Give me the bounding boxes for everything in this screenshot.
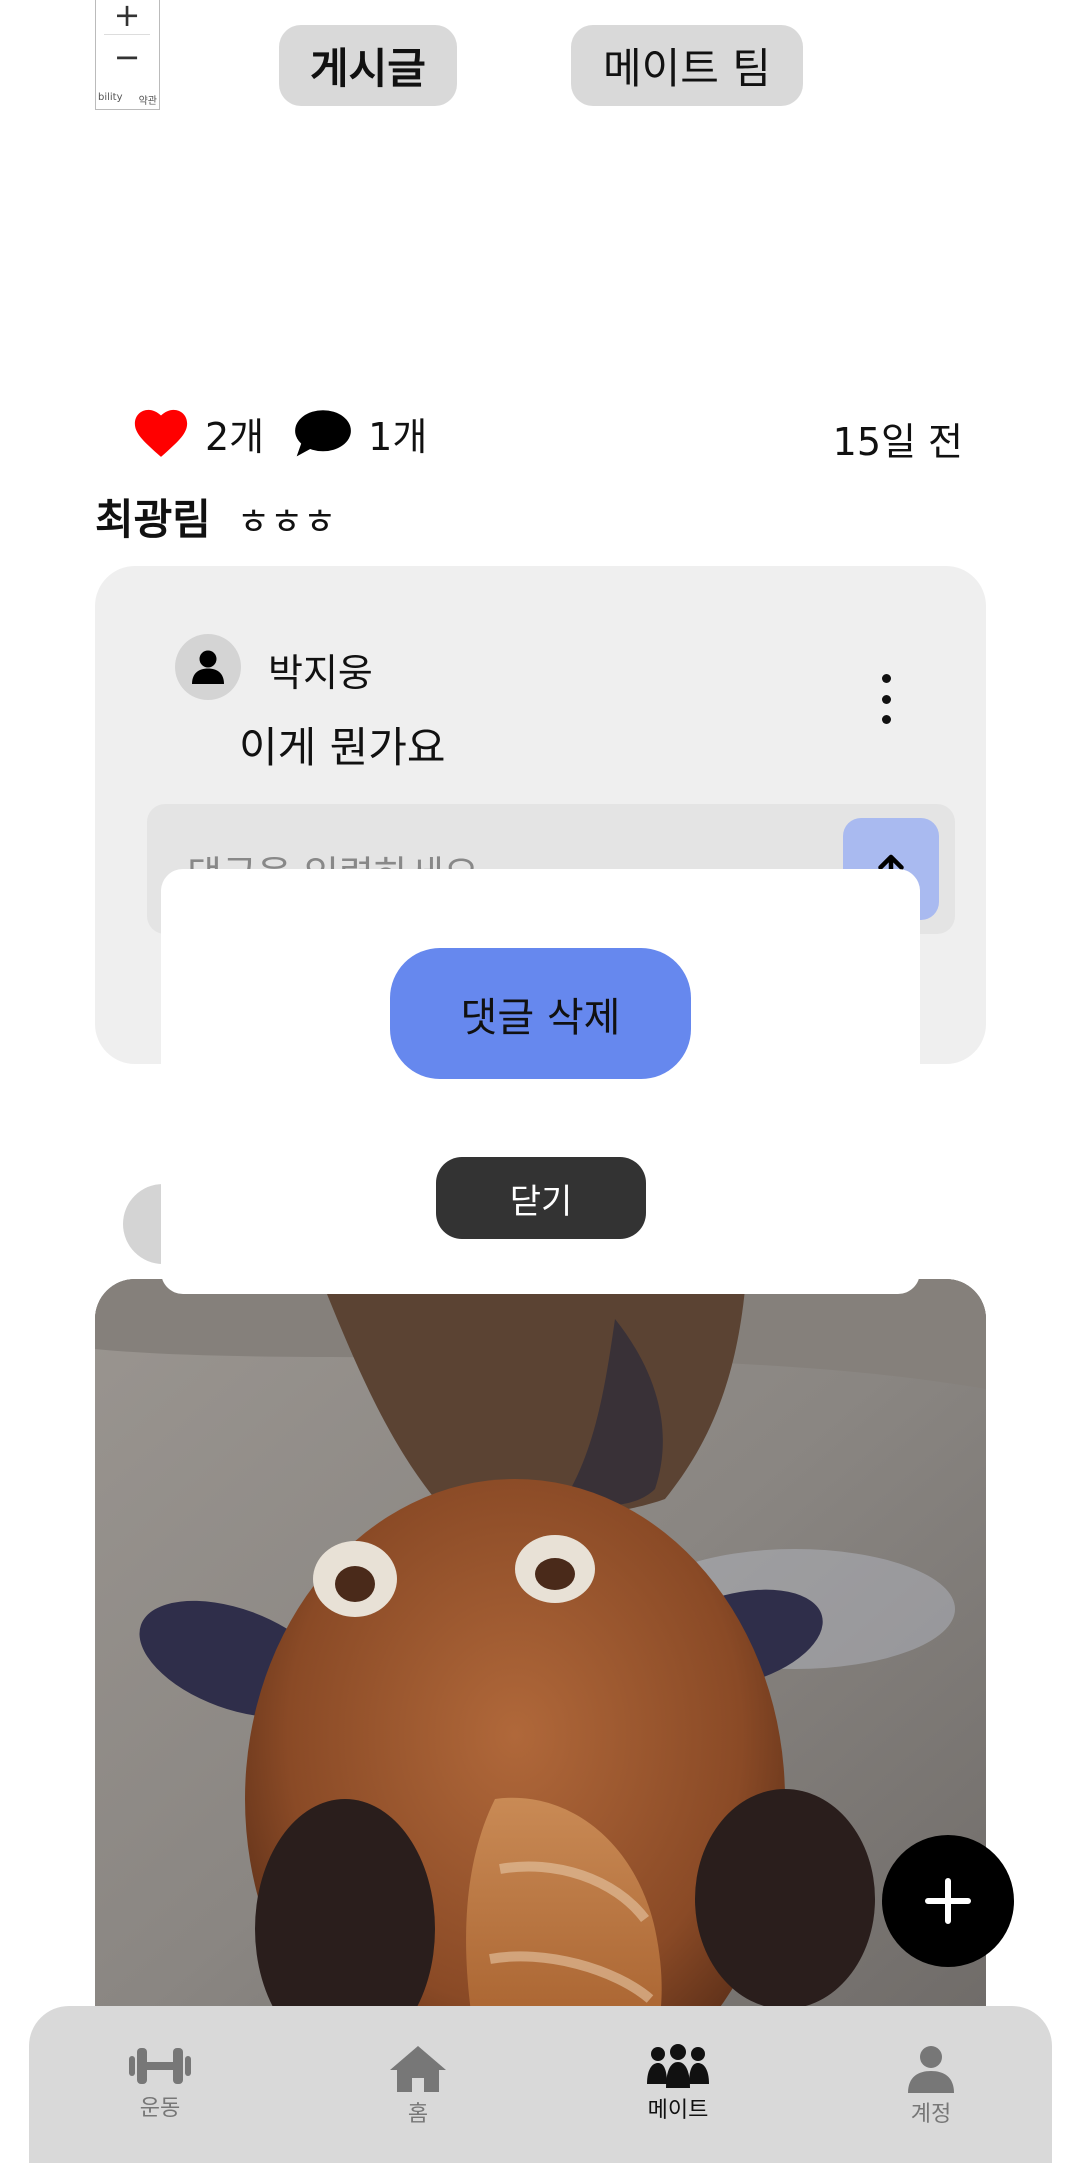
post-meta: 2개 1개 15일 전: [133, 405, 963, 464]
map-attribution: bility 약관: [96, 92, 159, 107]
heart-icon[interactable]: [133, 408, 189, 458]
post-author: 최광림: [95, 495, 211, 544]
nav-item-home[interactable]: 홈: [353, 2044, 483, 2128]
nav-item-account[interactable]: 계정: [866, 2044, 996, 2128]
zoom-out-button[interactable]: −: [104, 37, 150, 77]
dumbbell-icon: [129, 2048, 191, 2084]
comment-count: 1개: [368, 414, 428, 459]
post-author-line: 최광림 ㅎㅎㅎ: [95, 486, 336, 547]
user-icon: [192, 650, 224, 684]
tab-mate-team[interactable]: 메이트 팀: [571, 25, 803, 106]
map-zoom-control: + − bility 약관: [95, 0, 160, 110]
comment-author: 박지웅: [268, 651, 373, 695]
post-time: 15일 전: [832, 420, 963, 464]
more-options-icon[interactable]: [874, 674, 898, 724]
comment-text: 이게 뭔가요: [239, 723, 446, 772]
plus-icon: [925, 1878, 971, 1924]
nav-item-mate[interactable]: 메이트: [613, 2044, 743, 2124]
like-count: 2개: [205, 414, 265, 459]
map-attribution-left: bility: [98, 92, 123, 103]
zoom-in-button[interactable]: +: [104, 0, 150, 35]
bottom-nav: 운동 홈 메이트 계정: [29, 2006, 1052, 2163]
group-icon: [647, 2044, 709, 2088]
post-photo: [95, 1279, 986, 2039]
delete-comment-button[interactable]: 댓글 삭제: [390, 948, 691, 1079]
nav-label-mate: 메이트: [647, 2098, 709, 2123]
nav-item-workout[interactable]: 운동: [95, 2044, 225, 2122]
red-panda-photo: [95, 1279, 986, 2039]
nav-label-account: 계정: [910, 2102, 952, 2127]
add-post-button[interactable]: [882, 1835, 1014, 1967]
post-text: ㅎㅎㅎ: [236, 502, 337, 543]
close-button[interactable]: 닫기: [436, 1157, 646, 1239]
user-icon: [908, 2046, 954, 2093]
nav-label-home: 홈: [407, 2102, 429, 2127]
map-terms-link[interactable]: 약관: [139, 92, 157, 107]
nav-label-workout: 운동: [139, 2096, 181, 2121]
comment-options-dialog: 댓글 삭제 닫기: [161, 869, 920, 1294]
avatar: [175, 634, 241, 700]
tab-posts[interactable]: 게시글: [279, 25, 457, 106]
home-icon: [390, 2046, 446, 2092]
comment-icon[interactable]: [294, 408, 352, 458]
